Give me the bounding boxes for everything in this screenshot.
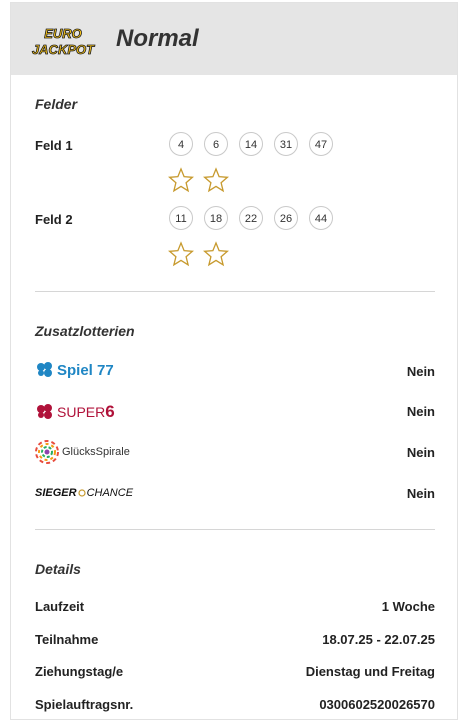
ziehungstag-label: Ziehungstag/e	[35, 664, 124, 679]
felder-heading: Felder	[35, 96, 78, 112]
star-icon	[168, 167, 194, 193]
super6-number: 6	[105, 402, 115, 421]
section-divider	[35, 529, 435, 530]
spiral-icon	[35, 440, 59, 464]
card-header: EURO JACKPOT Normal	[11, 3, 457, 75]
field-1-label: Feld 1	[35, 138, 73, 153]
clover-icon	[37, 362, 52, 377]
zusatz-heading: Zusatzlotterien	[35, 323, 135, 339]
siegerchance-text-b: CHANCE	[86, 487, 134, 499]
field-2-number-5: 44	[309, 206, 333, 230]
gluecksspirale-logo: GlücksSpirale	[35, 440, 130, 464]
logo-text-top: EURO	[44, 26, 82, 41]
laufzeit-label: Laufzeit	[35, 599, 85, 614]
spiel77-value: Nein	[406, 364, 435, 379]
logo-text-bottom: JACKPOT	[32, 42, 95, 57]
section-divider	[35, 291, 435, 292]
ziehungstag-value: Dienstag und Freitag	[305, 664, 435, 679]
field-2-number-1: 11	[169, 206, 193, 230]
dot-icon	[77, 489, 86, 497]
field-2-number-3: 22	[239, 206, 263, 230]
spielauftragsnr-value: 0300602520026570	[319, 697, 435, 712]
star-icon	[203, 167, 229, 193]
field-1-number-1: 4	[169, 132, 193, 156]
teilnahme-label: Teilnahme	[35, 632, 99, 647]
field-1-number-2: 6	[204, 132, 228, 156]
spiel77-text: Spiel 77	[57, 361, 114, 379]
field-1-number-3: 14	[239, 132, 263, 156]
super6-logo: SUPER 6	[35, 402, 115, 422]
spielauftragsnr-label: Spielauftragsnr.	[35, 697, 134, 712]
field-2-number-2: 18	[204, 206, 228, 230]
star-icon	[203, 241, 229, 267]
field-2-number-4: 26	[274, 206, 298, 230]
gluecksspirale-value: Nein	[406, 445, 435, 460]
field-2-label: Feld 2	[35, 212, 73, 227]
gluecksspirale-text: GlücksSpirale	[62, 446, 130, 458]
super6-text: SUPER	[57, 404, 106, 420]
siegerchance-logo: SIEGER CHANCE	[35, 487, 133, 499]
siegerchance-text-a: SIEGER	[35, 487, 77, 499]
field-1-number-5: 47	[309, 132, 333, 156]
eurojackpot-logo: EURO JACKPOT	[32, 26, 96, 57]
details-heading: Details	[35, 561, 81, 577]
super6-value: Nein	[406, 404, 435, 419]
field-1-number-4: 31	[274, 132, 298, 156]
clover-icon	[37, 404, 52, 419]
page-title: Normal	[116, 25, 199, 52]
laufzeit-value: 1 Woche	[381, 599, 435, 614]
star-icon	[168, 241, 194, 267]
ticket-card: EURO JACKPOT Normal Felder Feld 1 4 6 14…	[10, 2, 458, 720]
siegerchance-value: Nein	[406, 486, 435, 501]
teilnahme-value: 18.07.25 - 22.07.25	[322, 632, 435, 647]
spiel77-logo: Spiel 77	[35, 361, 114, 379]
